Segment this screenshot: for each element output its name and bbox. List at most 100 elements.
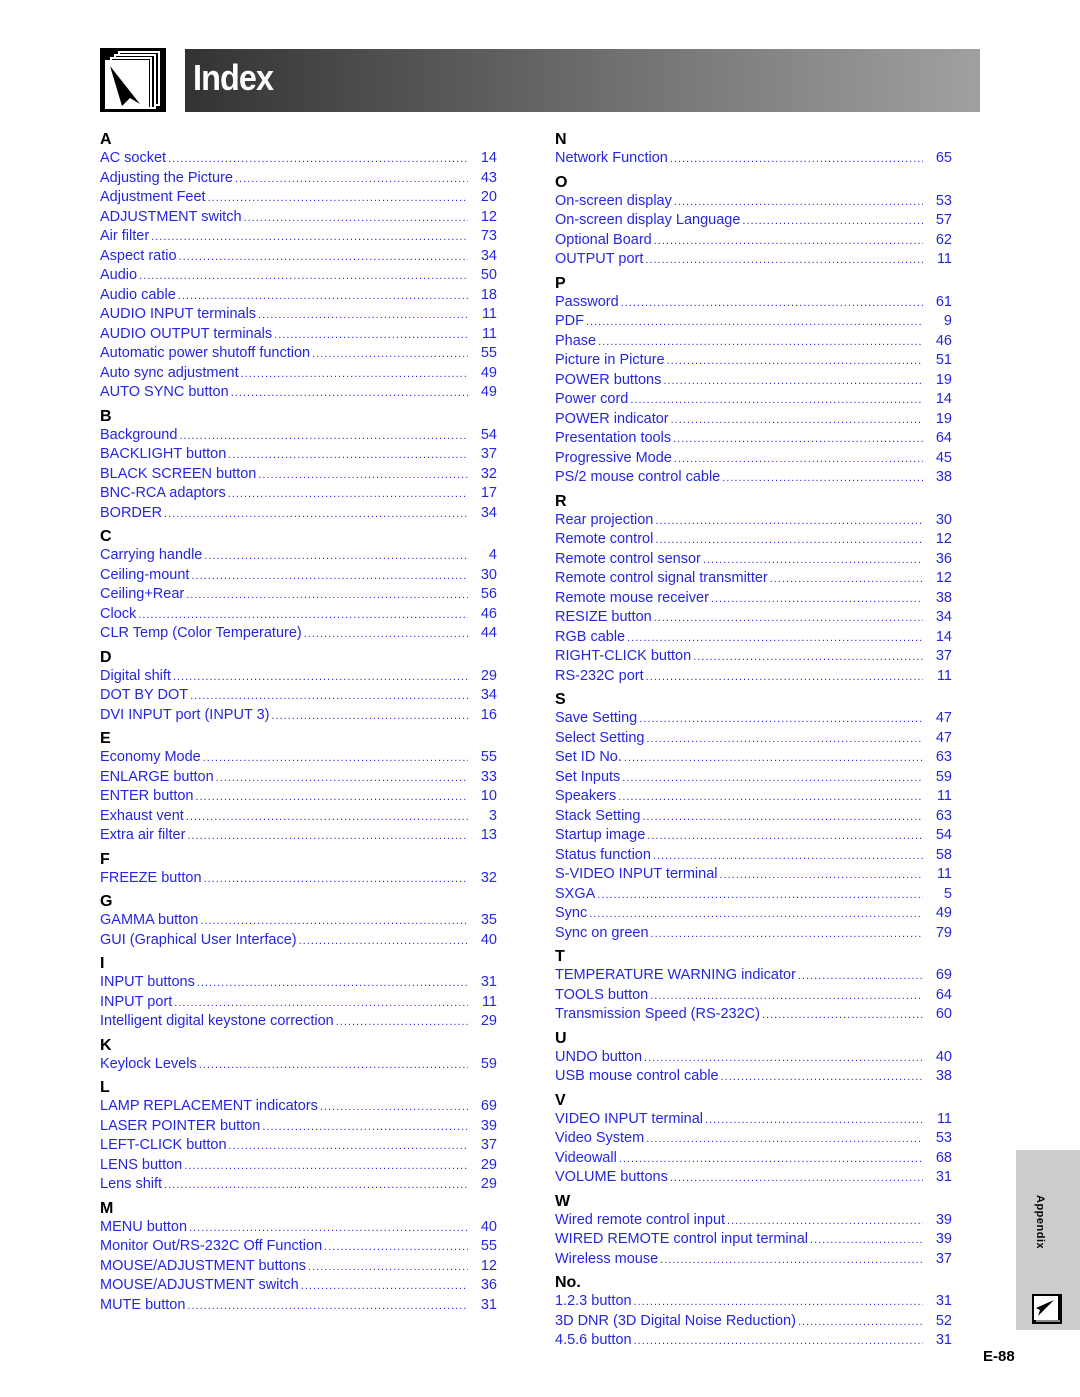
- index-entry[interactable]: Progressive Mode 45: [555, 449, 952, 469]
- index-entry[interactable]: Wired remote control input 39: [555, 1211, 952, 1231]
- index-entry[interactable]: Sync 49: [555, 904, 952, 924]
- index-entry[interactable]: Speakers 11: [555, 787, 952, 807]
- index-entry[interactable]: Remote mouse receiver 38: [555, 589, 952, 609]
- index-entry[interactable]: 1.2.3 button 31: [555, 1292, 952, 1312]
- index-entry[interactable]: BNC-RCA adaptors 17: [100, 484, 497, 504]
- index-entry[interactable]: AUTO SYNC button 49: [100, 383, 497, 403]
- index-entry[interactable]: On-screen display Language 57: [555, 211, 952, 231]
- index-entry[interactable]: LAMP REPLACEMENT indicators 69: [100, 1097, 497, 1117]
- index-entry[interactable]: BORDER 34: [100, 504, 497, 524]
- index-entry[interactable]: Digital shift 29: [100, 667, 497, 687]
- index-entry[interactable]: Presentation tools 64: [555, 429, 952, 449]
- index-entry[interactable]: ENLARGE button 33: [100, 768, 497, 788]
- index-entry[interactable]: Remote control 12: [555, 530, 952, 550]
- index-entry[interactable]: 4.5.6 button 31: [555, 1331, 952, 1351]
- index-entry[interactable]: RIGHT-CLICK button 37: [555, 647, 952, 667]
- index-entry[interactable]: Aspect ratio 34: [100, 247, 497, 267]
- index-entry[interactable]: Set Inputs 59: [555, 768, 952, 788]
- index-entry[interactable]: Lens shift 29: [100, 1175, 497, 1195]
- index-entry[interactable]: LENS button 29: [100, 1156, 497, 1176]
- index-entry[interactable]: LASER POINTER button 39: [100, 1117, 497, 1137]
- index-entry[interactable]: Auto sync adjustment 49: [100, 364, 497, 384]
- index-entry[interactable]: USB mouse control cable 38: [555, 1067, 952, 1087]
- index-entry[interactable]: RESIZE button 34: [555, 608, 952, 628]
- index-entry[interactable]: MUTE button 31: [100, 1296, 497, 1316]
- index-entry[interactable]: Intelligent digital keystone correction 2…: [100, 1012, 497, 1032]
- index-entry[interactable]: PDF 9: [555, 312, 952, 332]
- index-entry[interactable]: Password 61: [555, 293, 952, 313]
- index-entry[interactable]: AC socket 14: [100, 149, 497, 169]
- index-entry[interactable]: Carrying handle 4: [100, 546, 497, 566]
- index-entry[interactable]: Adjusting the Picture 43: [100, 169, 497, 189]
- index-entry[interactable]: GAMMA button 35: [100, 911, 497, 931]
- index-entry[interactable]: VOLUME buttons 31: [555, 1168, 952, 1188]
- index-entry[interactable]: MOUSE/ADJUSTMENT switch 36: [100, 1276, 497, 1296]
- index-entry[interactable]: AUDIO INPUT terminals 11: [100, 305, 497, 325]
- index-entry[interactable]: Picture in Picture 51: [555, 351, 952, 371]
- index-entry[interactable]: DVI INPUT port (INPUT 3) 16: [100, 706, 497, 726]
- index-entry[interactable]: LEFT-CLICK button 37: [100, 1136, 497, 1156]
- index-entry[interactable]: Power cord 14: [555, 390, 952, 410]
- index-entry[interactable]: Save Setting 47: [555, 709, 952, 729]
- index-entry[interactable]: TEMPERATURE WARNING indicator 69: [555, 966, 952, 986]
- index-entry[interactable]: Startup image 54: [555, 826, 952, 846]
- index-entry[interactable]: Wireless mouse 37: [555, 1250, 952, 1270]
- index-entry[interactable]: Set ID No. 63: [555, 748, 952, 768]
- index-entry[interactable]: Network Function 65: [555, 149, 952, 169]
- index-entry[interactable]: Videowall 68: [555, 1149, 952, 1169]
- index-entry[interactable]: Sync on green 79: [555, 924, 952, 944]
- index-entry[interactable]: Remote control sensor 36: [555, 550, 952, 570]
- index-entry[interactable]: PS/2 mouse control cable 38: [555, 468, 952, 488]
- index-entry[interactable]: Audio 50: [100, 266, 497, 286]
- index-entry[interactable]: DOT BY DOT 34: [100, 686, 497, 706]
- index-entry[interactable]: POWER indicator 19: [555, 410, 952, 430]
- index-entry[interactable]: Stack Setting 63: [555, 807, 952, 827]
- index-entry[interactable]: RS-232C port 11: [555, 667, 952, 687]
- index-entry[interactable]: Rear projection 30: [555, 511, 952, 531]
- index-entry[interactable]: ADJUSTMENT switch 12: [100, 208, 497, 228]
- index-entry[interactable]: Economy Mode 55: [100, 748, 497, 768]
- index-entry[interactable]: BACKLIGHT button 37: [100, 445, 497, 465]
- index-entry[interactable]: GUI (Graphical User Interface) 40: [100, 931, 497, 951]
- index-entry[interactable]: Status function 58: [555, 846, 952, 866]
- index-entry[interactable]: Extra air filter 13: [100, 826, 497, 846]
- index-entry[interactable]: Audio cable 18: [100, 286, 497, 306]
- index-entry[interactable]: Adjustment Feet 20: [100, 188, 497, 208]
- index-entry[interactable]: Automatic power shutoff function 55: [100, 344, 497, 364]
- index-entry[interactable]: POWER buttons 19: [555, 371, 952, 391]
- index-entry[interactable]: WIRED REMOTE control input terminal 39: [555, 1230, 952, 1250]
- index-entry[interactable]: CLR Temp (Color Temperature) 44: [100, 624, 497, 644]
- index-entry[interactable]: Keylock Levels 59: [100, 1055, 497, 1075]
- index-entry[interactable]: Select Setting 47: [555, 729, 952, 749]
- index-entry[interactable]: Ceiling-mount 30: [100, 566, 497, 586]
- index-entry[interactable]: MOUSE/ADJUSTMENT buttons 12: [100, 1257, 497, 1277]
- index-entry[interactable]: Ceiling+Rear 56: [100, 585, 497, 605]
- appendix-tab[interactable]: Appendix: [1016, 1150, 1080, 1330]
- index-entry[interactable]: Phase 46: [555, 332, 952, 352]
- index-entry[interactable]: Air filter 73: [100, 227, 497, 247]
- index-entry[interactable]: SXGA 5: [555, 885, 952, 905]
- index-entry[interactable]: Video System 53: [555, 1129, 952, 1149]
- index-entry[interactable]: Transmission Speed (RS-232C) 60: [555, 1005, 952, 1025]
- index-entry[interactable]: MENU button 40: [100, 1218, 497, 1238]
- index-entry[interactable]: AUDIO OUTPUT terminals 11: [100, 325, 497, 345]
- index-entry[interactable]: TOOLS button 64: [555, 986, 952, 1006]
- index-entry[interactable]: OUTPUT port 11: [555, 250, 952, 270]
- index-entry[interactable]: RGB cable 14: [555, 628, 952, 648]
- index-entry[interactable]: Exhaust vent 3: [100, 807, 497, 827]
- index-entry[interactable]: INPUT buttons 31: [100, 973, 497, 993]
- index-entry[interactable]: Monitor Out/RS-232C Off Function 55: [100, 1237, 497, 1257]
- index-entry[interactable]: INPUT port 11: [100, 993, 497, 1013]
- index-entry[interactable]: FREEZE button 32: [100, 869, 497, 889]
- index-entry[interactable]: Background 54: [100, 426, 497, 446]
- index-entry[interactable]: UNDO button 40: [555, 1048, 952, 1068]
- index-entry[interactable]: On-screen display 53: [555, 192, 952, 212]
- index-entry[interactable]: VIDEO INPUT terminal 11: [555, 1110, 952, 1130]
- index-entry[interactable]: S-VIDEO INPUT terminal 11: [555, 865, 952, 885]
- index-entry[interactable]: ENTER button 10: [100, 787, 497, 807]
- index-entry[interactable]: Remote control signal transmitter 12: [555, 569, 952, 589]
- index-entry[interactable]: BLACK SCREEN button 32: [100, 465, 497, 485]
- index-entry[interactable]: 3D DNR (3D Digital Noise Reduction) 52: [555, 1312, 952, 1332]
- index-entry[interactable]: Optional Board 62: [555, 231, 952, 251]
- index-entry[interactable]: Clock 46: [100, 605, 497, 625]
